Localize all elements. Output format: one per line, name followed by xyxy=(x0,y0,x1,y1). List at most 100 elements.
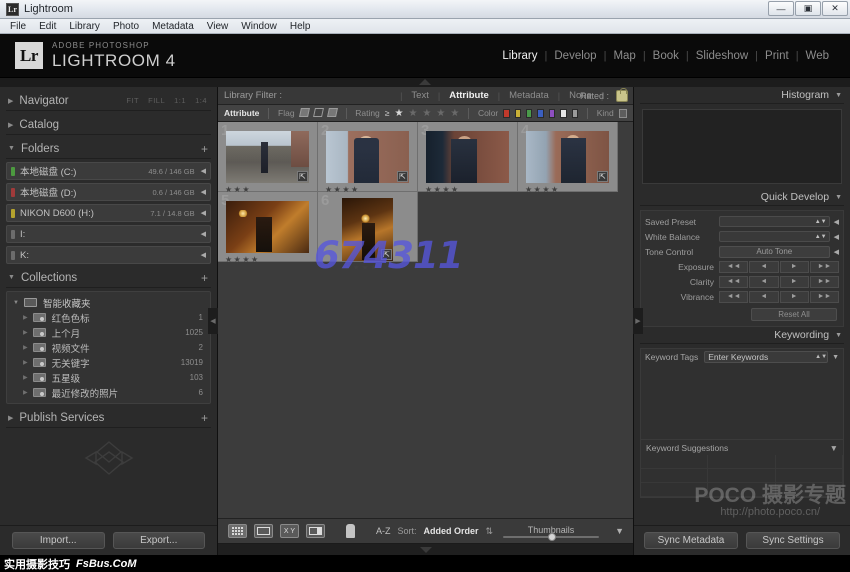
menu-view[interactable]: View xyxy=(207,21,229,32)
thumbnail-size-slider[interactable]: Thumbnails xyxy=(503,525,599,538)
stepper-icon[interactable]: ▲▼ xyxy=(815,354,827,360)
filmstrip-toggle[interactable] xyxy=(218,544,633,555)
triangle-left-icon[interactable]: ◀ xyxy=(834,233,839,241)
triangle-left-icon[interactable]: ◀ xyxy=(834,218,839,226)
export-button[interactable]: Export... xyxy=(113,532,206,549)
menu-photo[interactable]: Photo xyxy=(113,21,139,32)
exposure-decr-small[interactable]: ◄ xyxy=(749,261,778,273)
top-panel-toggle[interactable] xyxy=(0,78,850,87)
collection-item[interactable]: ▶ 五星级 103 xyxy=(7,370,210,385)
crop-badge-icon[interactable]: ⇱ xyxy=(381,249,392,260)
sync-settings-button[interactable]: Sync Settings xyxy=(746,532,840,549)
grid-cell[interactable]: 3 ★★★★ xyxy=(418,122,518,192)
folder-row[interactable]: 本地磁盘 (D:) 0.6 / 146 GB ◀ xyxy=(6,183,211,201)
vibrance-incr-large[interactable]: ►► xyxy=(810,291,839,303)
slider-track[interactable] xyxy=(503,536,599,538)
clarity-decr-large[interactable]: ◄◄ xyxy=(719,276,748,288)
clarity-decr-small[interactable]: ◄ xyxy=(749,276,778,288)
toolbar-caret-icon[interactable]: ▼ xyxy=(615,526,624,536)
vibrance-decr-large[interactable]: ◄◄ xyxy=(719,291,748,303)
collection-item[interactable]: ▶ 上个月 1025 xyxy=(7,325,210,340)
crop-badge-icon[interactable]: ⇱ xyxy=(297,171,308,182)
panel-histogram[interactable]: Histogram ▼ xyxy=(640,87,844,104)
vibrance-decr-small[interactable]: ◄ xyxy=(749,291,778,303)
color-swatch-blue[interactable] xyxy=(537,109,543,118)
color-swatch-red[interactable] xyxy=(503,109,509,118)
chevron-down-icon[interactable]: ▼ xyxy=(832,354,839,361)
suggestion-slot[interactable] xyxy=(641,483,708,497)
loupe-view-icon[interactable] xyxy=(254,524,273,538)
zoom-fill[interactable]: FILL xyxy=(148,96,165,105)
color-swatch-white[interactable] xyxy=(560,109,566,118)
keyword-suggestions-grid[interactable] xyxy=(641,455,843,497)
panel-publish-services[interactable]: ▶ Publish Services + xyxy=(6,408,211,428)
thumbnail-grid-area[interactable]: 1 ⇱ ★★★ 2 ⇱ ★★★★ xyxy=(218,122,633,518)
auto-tone-button[interactable]: Auto Tone xyxy=(719,246,830,258)
suggestion-slot[interactable] xyxy=(776,469,843,483)
panel-collections[interactable]: ▼ Collections + xyxy=(6,268,211,288)
zoom-fit[interactable]: FIT xyxy=(126,96,139,105)
compare-view-icon[interactable]: X Y xyxy=(280,524,299,538)
photo-thumbnail[interactable]: ⇱ xyxy=(326,131,409,183)
suggestion-slot[interactable] xyxy=(708,483,775,497)
menu-library[interactable]: Library xyxy=(69,21,100,32)
maximize-button[interactable]: ▣ xyxy=(795,1,821,16)
zoom-1-4[interactable]: 1:4 xyxy=(195,96,207,105)
grid-cell[interactable]: 2 ⇱ ★★★★ xyxy=(318,122,418,192)
module-map[interactable]: Map xyxy=(606,50,642,62)
module-book[interactable]: Book xyxy=(646,50,686,62)
lock-icon[interactable] xyxy=(616,90,628,102)
color-swatch-purple[interactable] xyxy=(549,109,555,118)
color-swatch-yellow[interactable] xyxy=(515,109,521,118)
menu-file[interactable]: File xyxy=(10,21,26,32)
grid-cell[interactable]: 6 ⇱ ★★★★ xyxy=(318,192,418,262)
filter-tab-text[interactable]: Text xyxy=(402,90,437,101)
keyword-list-area[interactable] xyxy=(641,365,843,439)
chevron-down-icon[interactable]: ▼ xyxy=(835,332,842,339)
clarity-incr-small[interactable]: ► xyxy=(780,276,809,288)
module-print[interactable]: Print xyxy=(758,50,796,62)
collection-group[interactable]: ▼ 智能收藏夹 xyxy=(7,295,210,310)
grid-cell[interactable]: 4 ⇱ ★★★★ xyxy=(518,122,618,192)
collection-item[interactable]: ▶ 视频文件 2 xyxy=(7,340,210,355)
slider-knob[interactable] xyxy=(548,533,556,541)
suggestion-slot[interactable] xyxy=(776,455,843,469)
rating-star-5-icon[interactable]: ★ xyxy=(450,108,459,119)
zoom-1-1[interactable]: 1:1 xyxy=(174,96,186,105)
chevron-down-icon[interactable]: ▼ xyxy=(830,443,838,453)
grid-view-icon[interactable] xyxy=(228,524,247,538)
triangle-left-icon[interactable]: ◀ xyxy=(201,188,206,196)
menu-help[interactable]: Help xyxy=(290,21,311,32)
folder-row[interactable]: K: ◀ xyxy=(6,246,211,264)
chevron-down-icon[interactable]: ▼ xyxy=(835,194,842,201)
photo-thumbnail[interactable]: ⇱ xyxy=(526,131,609,183)
reset-all-button[interactable]: Reset All xyxy=(751,308,837,321)
suggestion-slot[interactable] xyxy=(708,455,775,469)
color-swatch-gray[interactable] xyxy=(572,109,578,118)
panel-quick-develop[interactable]: Quick Develop ▼ xyxy=(640,189,844,206)
suggestion-slot[interactable] xyxy=(776,483,843,497)
add-folder-icon[interactable]: + xyxy=(201,142,208,156)
right-panel-collapse-handle[interactable]: ▶ xyxy=(633,308,643,334)
grid-cell[interactable]: 5 ★★★★ xyxy=(218,192,318,262)
module-web[interactable]: Web xyxy=(799,50,836,62)
vibrance-incr-small[interactable]: ► xyxy=(780,291,809,303)
collection-item[interactable]: ▶ 最近修改的照片 6 xyxy=(7,385,210,400)
sync-metadata-button[interactable]: Sync Metadata xyxy=(644,532,738,549)
flag-picked-icon[interactable] xyxy=(300,108,309,119)
triangle-left-icon[interactable]: ◀ xyxy=(201,251,206,259)
keyword-input[interactable]: Enter Keywords ▲▼ xyxy=(704,351,828,363)
sort-caret-icon[interactable]: ⇅ xyxy=(486,526,494,537)
exposure-incr-small[interactable]: ► xyxy=(780,261,809,273)
grid-cell[interactable]: 1 ⇱ ★★★ xyxy=(218,122,318,192)
thumbnail-rating[interactable]: ★★★★ xyxy=(525,185,613,194)
white-balance-select[interactable]: ▲▼ xyxy=(719,231,830,242)
photo-thumbnail[interactable] xyxy=(226,201,309,253)
suggestion-slot[interactable] xyxy=(708,469,775,483)
saved-preset-select[interactable]: ▲▼ xyxy=(719,216,830,227)
menu-edit[interactable]: Edit xyxy=(39,21,56,32)
survey-view-icon[interactable] xyxy=(306,524,325,538)
kind-photo-icon[interactable] xyxy=(619,109,627,118)
panel-folders[interactable]: ▼ Folders + xyxy=(6,139,211,159)
rating-operator[interactable]: ≥ xyxy=(385,108,390,118)
